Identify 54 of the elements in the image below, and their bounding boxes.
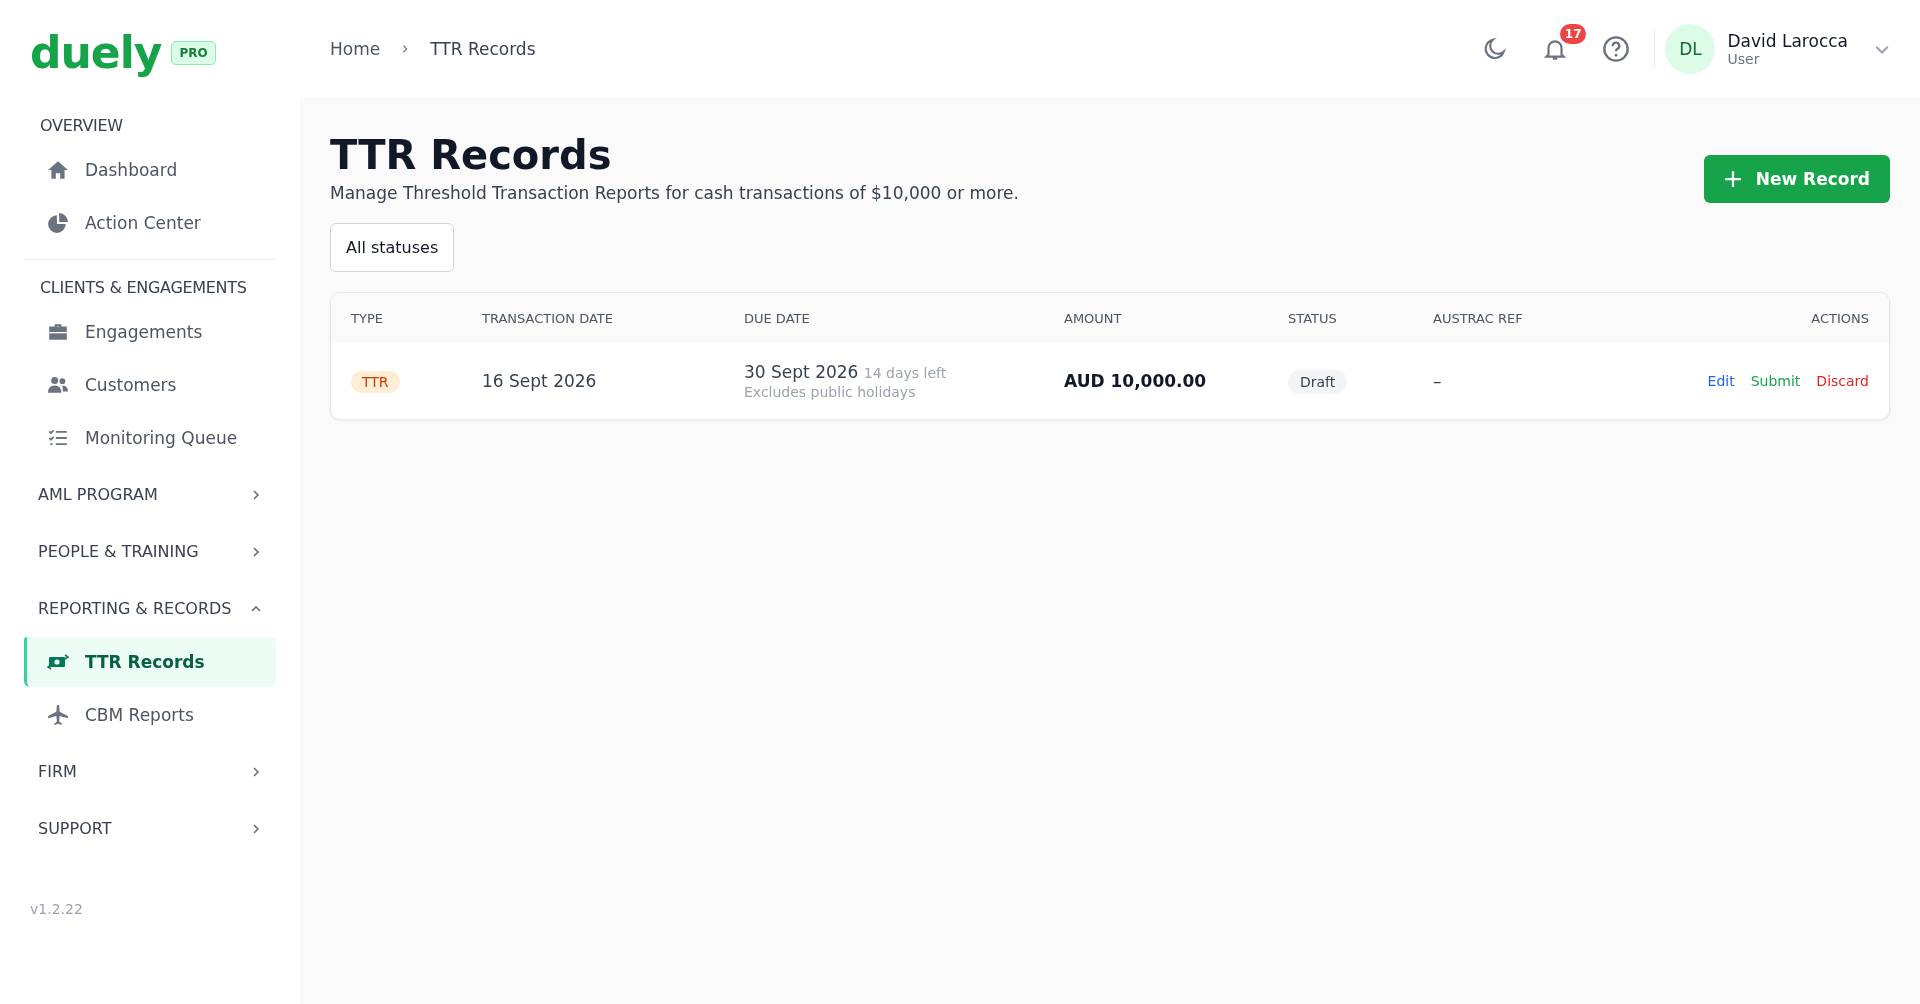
nav-item[interactable]: Engagements bbox=[24, 307, 276, 357]
section-title: CLIENTS & ENGAGEMENTS bbox=[39, 277, 248, 299]
breadcrumb-link[interactable]: TTR Records bbox=[430, 38, 536, 59]
section-title: OVERVIEW bbox=[39, 115, 124, 137]
days-left: 14 days left bbox=[863, 365, 947, 381]
chevron-icon bbox=[250, 545, 262, 558]
status-filter[interactable]: All statuses bbox=[330, 223, 455, 272]
home-icon bbox=[47, 159, 69, 181]
status-tag: Draft bbox=[1288, 370, 1348, 394]
airplane-icon bbox=[47, 704, 69, 726]
nav-item[interactable]: TTR Records bbox=[24, 637, 276, 687]
action-link[interactable]: Discard bbox=[1816, 373, 1869, 389]
nav-item[interactable]: Customers bbox=[24, 360, 276, 410]
chevron-icon bbox=[250, 765, 262, 778]
breadcrumb-link[interactable]: Home bbox=[330, 38, 381, 59]
due-date: 30 Sept 2026 bbox=[744, 362, 859, 382]
money-icon bbox=[47, 651, 69, 673]
table-cell-text: 16 Sept 2026 bbox=[482, 371, 598, 391]
nav-item[interactable]: Dashboard bbox=[24, 145, 276, 195]
column-header: AUSTRAC REF bbox=[1433, 310, 1524, 326]
section-toggle[interactable]: SUPPORT bbox=[24, 800, 276, 857]
plan-badge: PRO bbox=[171, 41, 216, 65]
plus-icon bbox=[1723, 170, 1742, 188]
action-link[interactable]: Edit bbox=[1707, 373, 1735, 389]
table-cell-text: – bbox=[1433, 371, 1443, 391]
section-toggle[interactable]: AML PROGRAM bbox=[24, 466, 276, 523]
section-toggle[interactable]: REPORTING & RECORDS bbox=[24, 580, 276, 637]
nav-item[interactable]: Monitoring Queue bbox=[24, 413, 276, 463]
version-label: v1.2.22 bbox=[29, 901, 84, 917]
people-icon bbox=[47, 374, 69, 396]
chevron-icon bbox=[250, 822, 262, 835]
page-subtitle: Manage Threshold Transaction Reports for cash transactions of $10,000 or more. bbox=[330, 183, 1019, 203]
nav-item[interactable]: Action Center bbox=[24, 198, 276, 248]
nav-item[interactable]: CBM Reports bbox=[24, 690, 276, 740]
type-tag: TTR bbox=[351, 371, 400, 393]
column-header: TYPE bbox=[351, 310, 384, 326]
chevron-icon bbox=[250, 488, 262, 501]
user-name: David Larocca bbox=[1727, 30, 1848, 51]
user-avatar: DL bbox=[1665, 23, 1716, 74]
briefcase-icon bbox=[47, 321, 69, 343]
logo: duely bbox=[30, 30, 162, 76]
column-header: STATUS bbox=[1288, 310, 1338, 326]
pie-chart-icon bbox=[47, 212, 69, 234]
page-title: TTR Records bbox=[330, 131, 613, 180]
due-note: Excludes public holidays bbox=[744, 384, 917, 400]
column-header: ACTIONS bbox=[1811, 310, 1869, 326]
column-header: TRANSACTION DATE bbox=[482, 310, 614, 326]
section-toggle[interactable]: FIRM bbox=[24, 743, 276, 800]
column-header: DUE DATE bbox=[744, 310, 811, 326]
notification-count: 17 bbox=[1559, 23, 1587, 44]
section-toggle[interactable]: PEOPLE & TRAINING bbox=[24, 523, 276, 580]
amount-cell-text: AUD 10,000.00 bbox=[1064, 371, 1208, 391]
column-header: AMOUNT bbox=[1064, 310, 1123, 326]
user-role: User bbox=[1727, 50, 1761, 67]
